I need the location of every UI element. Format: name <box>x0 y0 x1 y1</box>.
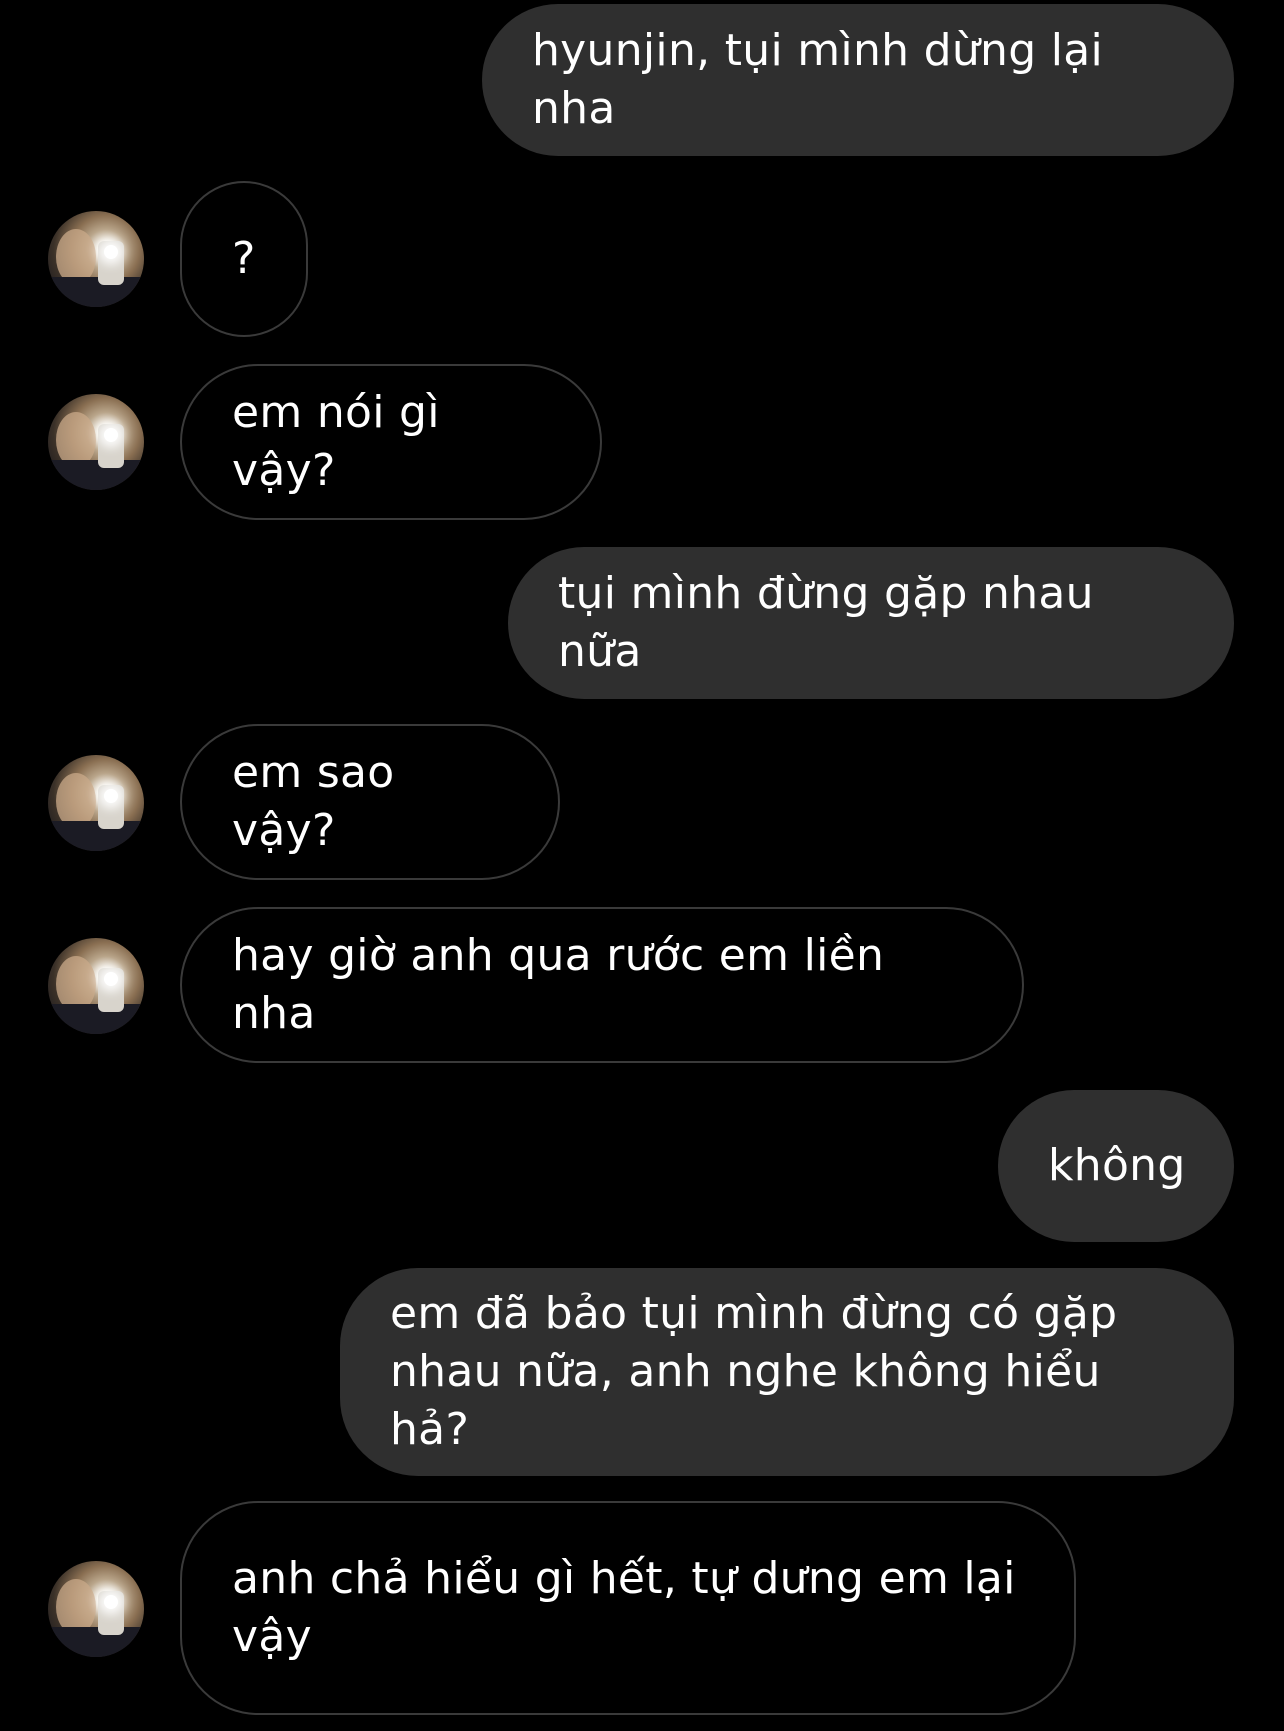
message-thread: hyunjin, tụi mình dừng lại nha ? em nói … <box>0 0 1284 1731</box>
message-text: anh chả hiểu gì hết, tự dưng em lại vậy <box>232 1553 1016 1662</box>
sent-message-bubble[interactable]: không <box>998 1090 1234 1242</box>
contact-avatar[interactable] <box>48 211 144 307</box>
received-message-bubble[interactable]: em sao vậy? <box>180 724 560 880</box>
received-message-bubble[interactable]: hay giờ anh qua rước em liền nha <box>180 907 1024 1063</box>
sent-message-bubble[interactable]: tụi mình đừng gặp nhau nữa <box>508 547 1234 699</box>
message-text: tụi mình đừng gặp nhau nữa <box>558 568 1094 677</box>
contact-avatar[interactable] <box>48 938 144 1034</box>
message-text: em đã bảo tụi mình đừng có gặp nhau nữa,… <box>390 1288 1118 1455</box>
received-message-bubble[interactable]: anh chả hiểu gì hết, tự dưng em lại vậy <box>180 1501 1076 1715</box>
message-text: không <box>1048 1140 1186 1191</box>
sent-message-bubble[interactable]: hyunjin, tụi mình dừng lại nha <box>482 4 1234 156</box>
received-message-bubble[interactable]: ? <box>180 181 308 337</box>
contact-avatar[interactable] <box>48 755 144 851</box>
sent-message-bubble[interactable]: em đã bảo tụi mình đừng có gặp nhau nữa,… <box>340 1268 1234 1476</box>
contact-avatar[interactable] <box>48 1561 144 1657</box>
message-text: em sao vậy? <box>232 747 395 856</box>
message-text: ? <box>232 233 256 284</box>
message-text: hay giờ anh qua rước em liền nha <box>232 930 885 1039</box>
contact-avatar[interactable] <box>48 394 144 490</box>
message-text: hyunjin, tụi mình dừng lại nha <box>532 25 1104 134</box>
received-message-bubble[interactable]: em nói gì vậy? <box>180 364 602 520</box>
message-text: em nói gì vậy? <box>232 387 440 496</box>
